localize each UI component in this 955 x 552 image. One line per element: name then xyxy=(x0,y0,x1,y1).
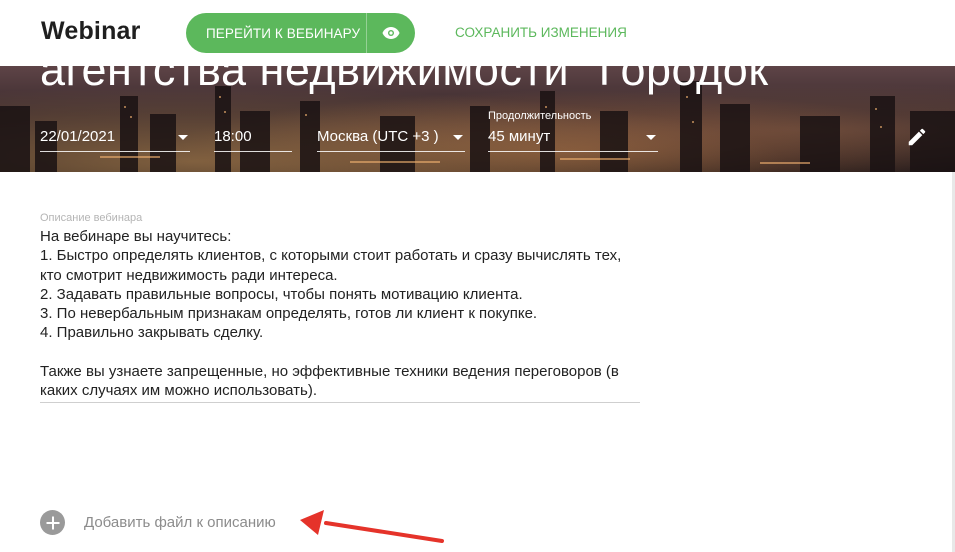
brand-logo[interactable]: Webinar xyxy=(41,17,141,46)
timezone-value: Москва (UTC +3 ) xyxy=(317,128,439,145)
webinar-title[interactable]: агентства недвижимости "Городок" xyxy=(40,66,785,96)
duration-select[interactable]: Продолжительность 45 минут xyxy=(488,110,658,152)
top-bar: Webinar ПЕРЕЙТИ К ВЕБИНАРУ СОХРАНИТЬ ИЗМ… xyxy=(0,0,955,66)
timezone-select[interactable]: Москва (UTC +3 ) xyxy=(317,126,465,152)
time-value: 18:00 xyxy=(214,128,252,145)
webinar-banner: агентства недвижимости "Городок" 22/01/2… xyxy=(0,66,955,172)
description-underline xyxy=(40,402,640,403)
preview-eye-icon[interactable] xyxy=(367,27,415,39)
date-select[interactable]: 22/01/2021 xyxy=(40,126,190,152)
description-label: Описание вебинара xyxy=(40,212,143,224)
description-textarea[interactable]: На вебинаре вы научитесь: 1. Быстро опре… xyxy=(40,227,640,401)
add-file-label[interactable]: Добавить файл к описанию xyxy=(84,514,276,531)
chevron-down-icon xyxy=(646,135,656,140)
duration-label: Продолжительность xyxy=(488,110,592,122)
date-value: 22/01/2021 xyxy=(40,128,116,145)
save-changes-link[interactable]: СОХРАНИТЬ ИЗМЕНЕНИЯ xyxy=(455,25,627,40)
pencil-icon[interactable] xyxy=(906,126,928,153)
go-to-webinar-button[interactable]: ПЕРЕЙТИ К ВЕБИНАРУ xyxy=(186,13,415,53)
time-input[interactable]: 18:00 xyxy=(214,126,292,152)
chevron-down-icon xyxy=(453,135,463,140)
add-file-button[interactable]: Добавить файл к описанию xyxy=(40,510,276,535)
go-to-webinar-label[interactable]: ПЕРЕЙТИ К ВЕБИНАРУ xyxy=(186,26,366,41)
plus-circle-icon[interactable] xyxy=(40,510,65,535)
chevron-down-icon xyxy=(178,135,188,140)
annotation-arrow-icon xyxy=(300,510,444,543)
duration-value: 45 минут xyxy=(488,128,551,145)
